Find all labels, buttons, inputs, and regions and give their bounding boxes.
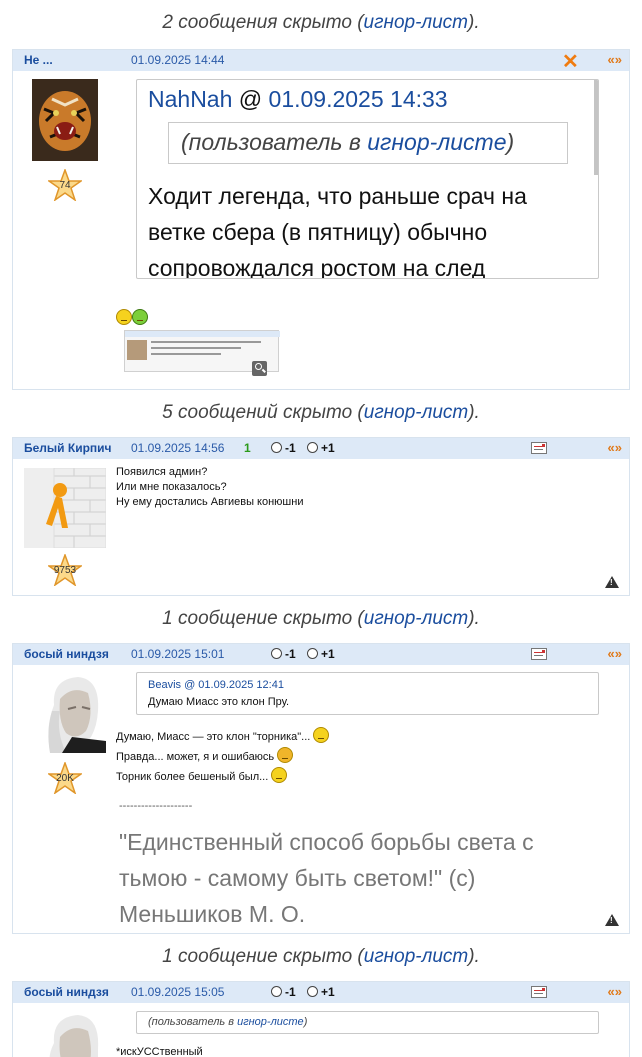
report-warning-icon[interactable]: [605, 914, 619, 926]
hidden-messages-note: 1 сообщение скрыто (игнор-лист).: [162, 608, 480, 629]
rating-star-icon: 74: [46, 167, 84, 202]
quote-post-button[interactable]: «»: [608, 646, 622, 661]
hidden-messages-note: 5 сообщений скрыто (игнор-лист).: [162, 402, 480, 423]
radio-icon[interactable]: [307, 442, 318, 453]
quote-text: Думаю Миасс это клон Пру.: [148, 696, 290, 708]
post-date[interactable]: 01.09.2025 14:44: [131, 53, 224, 67]
quote-header[interactable]: Beavis @ 01.09.2025 12:41: [148, 679, 284, 691]
rating-value: 20K: [56, 773, 74, 784]
post-header: Не ... 01.09.2025 14:44 ✕ «»: [13, 49, 629, 74]
post-text: Появился админ? Или мне показалось? Ну е…: [116, 466, 304, 508]
forum-post: Белый Кирпич 01.09.2025 14:56 1 -1 +1 «»…: [12, 437, 630, 596]
close-icon[interactable]: ✕: [562, 49, 579, 74]
smiley-icon: [271, 767, 288, 783]
radio-icon[interactable]: [307, 986, 318, 997]
radio-icon[interactable]: [271, 648, 282, 659]
ignore-list-link[interactable]: игнор-листе: [237, 1016, 304, 1028]
smiley-icon: [313, 727, 330, 743]
post-date[interactable]: 01.09.2025 14:56: [131, 441, 224, 455]
quote-text: Ходит легенда, что раньше срач на ветке …: [148, 183, 527, 279]
rating-value: 74: [59, 180, 71, 191]
post-author[interactable]: Не ...: [24, 53, 53, 67]
signature-separator: --------------------: [119, 800, 193, 812]
vote-plus[interactable]: +1: [307, 985, 335, 999]
quote-block: NahNah @ 01.09.2025 14:33 (пользователь …: [136, 79, 599, 279]
forum-post: босый ниндзя 01.09.2025 15:01 -1 +1 «» 2…: [12, 643, 630, 934]
rating-value: 9753: [53, 565, 77, 576]
quote-scrollbar[interactable]: [594, 80, 598, 175]
vote-minus[interactable]: -1: [271, 441, 296, 455]
zoom-icon[interactable]: [252, 361, 267, 376]
ignored-user-notice: (пользователь в игнор-листе): [136, 1011, 599, 1034]
emoji-group: [116, 309, 148, 327]
post-author[interactable]: босый ниндзя: [24, 647, 109, 661]
signature-text: "Единственный способ борьбы света с тьмо…: [119, 829, 534, 927]
rating-star-icon: 9753: [46, 552, 84, 587]
radio-icon[interactable]: [271, 986, 282, 997]
avatar[interactable]: [42, 1009, 106, 1057]
radio-icon[interactable]: [271, 442, 282, 453]
hidden-messages-note: 2 сообщения скрыто (игнор-лист).: [162, 12, 480, 33]
rating-star-icon: 20K: [46, 760, 84, 795]
ignore-list-link[interactable]: игнор-лист: [364, 402, 468, 423]
post-text: Думаю, Миасс — это клон "торника"... Пра…: [116, 727, 596, 787]
post-text: *искУССтвенный: [116, 1046, 203, 1057]
forum-post: босый ниндзя 01.09.2025 15:05 -1 +1 «» (…: [12, 981, 630, 1057]
vote-plus[interactable]: +1: [307, 441, 335, 455]
post-date[interactable]: 01.09.2025 15:05: [131, 985, 224, 999]
quote-header: NahNah @ 01.09.2025 14:33: [148, 86, 448, 112]
quote-date-link[interactable]: 01.09.2025 14:33: [269, 86, 448, 112]
vote-minus[interactable]: -1: [271, 647, 296, 661]
quote-post-button[interactable]: «»: [608, 984, 622, 999]
vote-plus[interactable]: +1: [307, 647, 335, 661]
message-icon[interactable]: [531, 986, 547, 998]
report-warning-icon[interactable]: [605, 576, 619, 588]
radio-icon[interactable]: [307, 648, 318, 659]
message-icon[interactable]: [531, 442, 547, 454]
quote-post-button[interactable]: «»: [608, 52, 622, 67]
reply-count: 1: [244, 441, 251, 455]
avatar[interactable]: [24, 468, 106, 548]
post-author[interactable]: босый ниндзя: [24, 985, 109, 999]
post-author[interactable]: Белый Кирпич: [24, 441, 112, 455]
ignored-user-notice: (пользователь в игнор-листе): [168, 122, 568, 164]
ignore-list-link[interactable]: игнор-лист: [364, 608, 468, 629]
ignore-list-link[interactable]: игнор-лист: [364, 946, 468, 967]
ignore-list-link[interactable]: игнор-лист: [364, 12, 468, 33]
post-header: Белый Кирпич 01.09.2025 14:56 1 -1 +1 «»: [13, 438, 629, 459]
smiley-icon: [132, 309, 148, 325]
smiley-icon: [116, 309, 132, 325]
post-header: босый ниндзя 01.09.2025 15:01 -1 +1 «»: [13, 644, 629, 665]
ignore-list-link[interactable]: игнор-листе: [367, 129, 506, 155]
quote-post-button[interactable]: «»: [608, 440, 622, 455]
quote-block: Beavis @ 01.09.2025 12:41 Думаю Миасс эт…: [136, 672, 599, 715]
avatar[interactable]: [32, 79, 98, 161]
quote-author-link[interactable]: NahNah: [148, 86, 232, 112]
smiley-icon: [277, 747, 294, 763]
message-icon[interactable]: [531, 648, 547, 660]
forum-post: Не ... 01.09.2025 14:44 ✕ «» 74 NahNah @…: [12, 49, 630, 390]
post-date[interactable]: 01.09.2025 15:01: [131, 647, 224, 661]
post-header: босый ниндзя 01.09.2025 15:05 -1 +1 «»: [13, 982, 629, 1003]
avatar[interactable]: [42, 671, 106, 753]
vote-minus[interactable]: -1: [271, 985, 296, 999]
hidden-messages-note: 1 сообщение скрыто (игнор-лист).: [162, 946, 480, 967]
